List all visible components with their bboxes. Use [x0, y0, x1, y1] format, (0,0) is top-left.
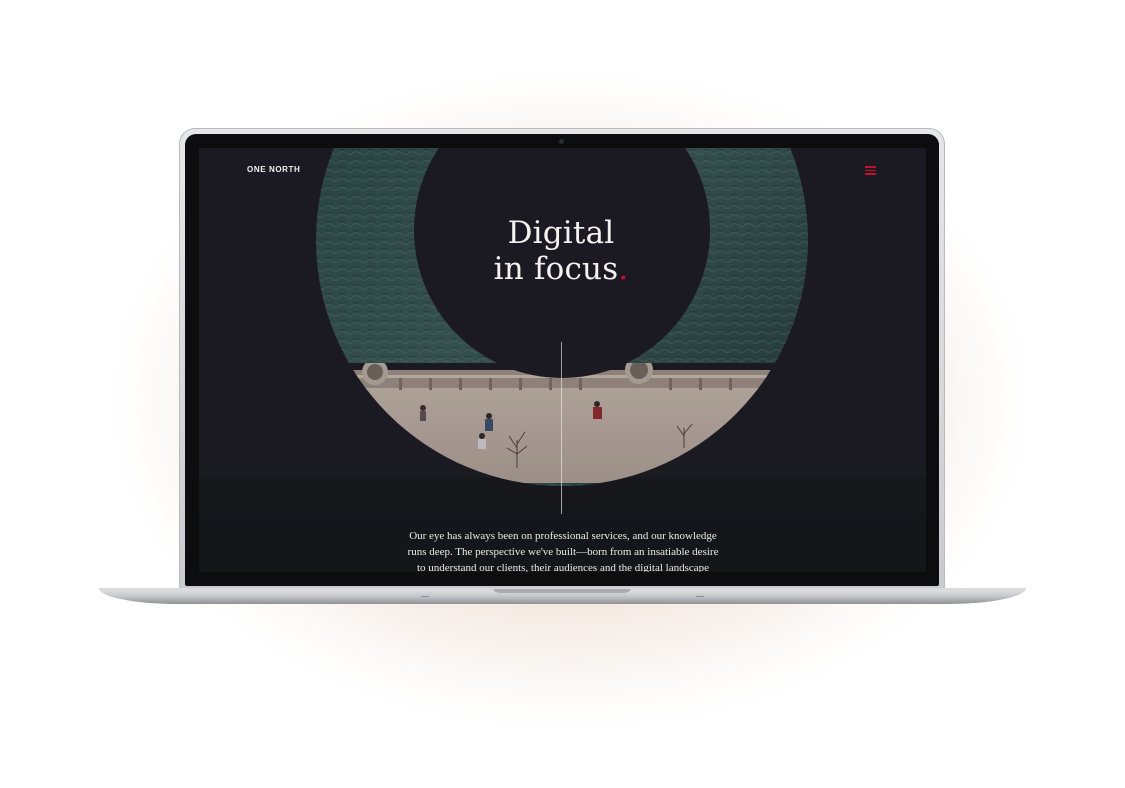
hero-headline: Digital in focus.	[411, 215, 711, 287]
intro-line-3: to understand our clients, their audienc…	[416, 562, 709, 572]
hamburger-menu-icon[interactable]	[865, 166, 876, 175]
laptop-base	[99, 588, 1026, 604]
hero-graphic	[199, 148, 926, 572]
intro-paragraph: Our eye has always been on professional …	[375, 528, 751, 572]
red-dot-accent: .	[618, 251, 629, 287]
intro-line-2: runs deep. The perspective we've built—b…	[407, 546, 719, 558]
headline-line-2-text: in focus	[493, 251, 619, 287]
one-north-logo[interactable]: ONE NORTH	[247, 165, 300, 174]
camera-icon	[559, 139, 564, 144]
headline-line-2: in focus.	[411, 251, 711, 287]
intro-line-1: Our eye has always been on professional …	[409, 530, 717, 542]
website-screen: ONE NORTH Digital in focus. Our eye has …	[199, 148, 926, 572]
headline-line-1: Digital	[507, 215, 615, 251]
laptop-mockup-stage: ONE NORTH Digital in focus. Our eye has …	[0, 0, 1125, 788]
scroll-divider-line	[561, 342, 562, 514]
